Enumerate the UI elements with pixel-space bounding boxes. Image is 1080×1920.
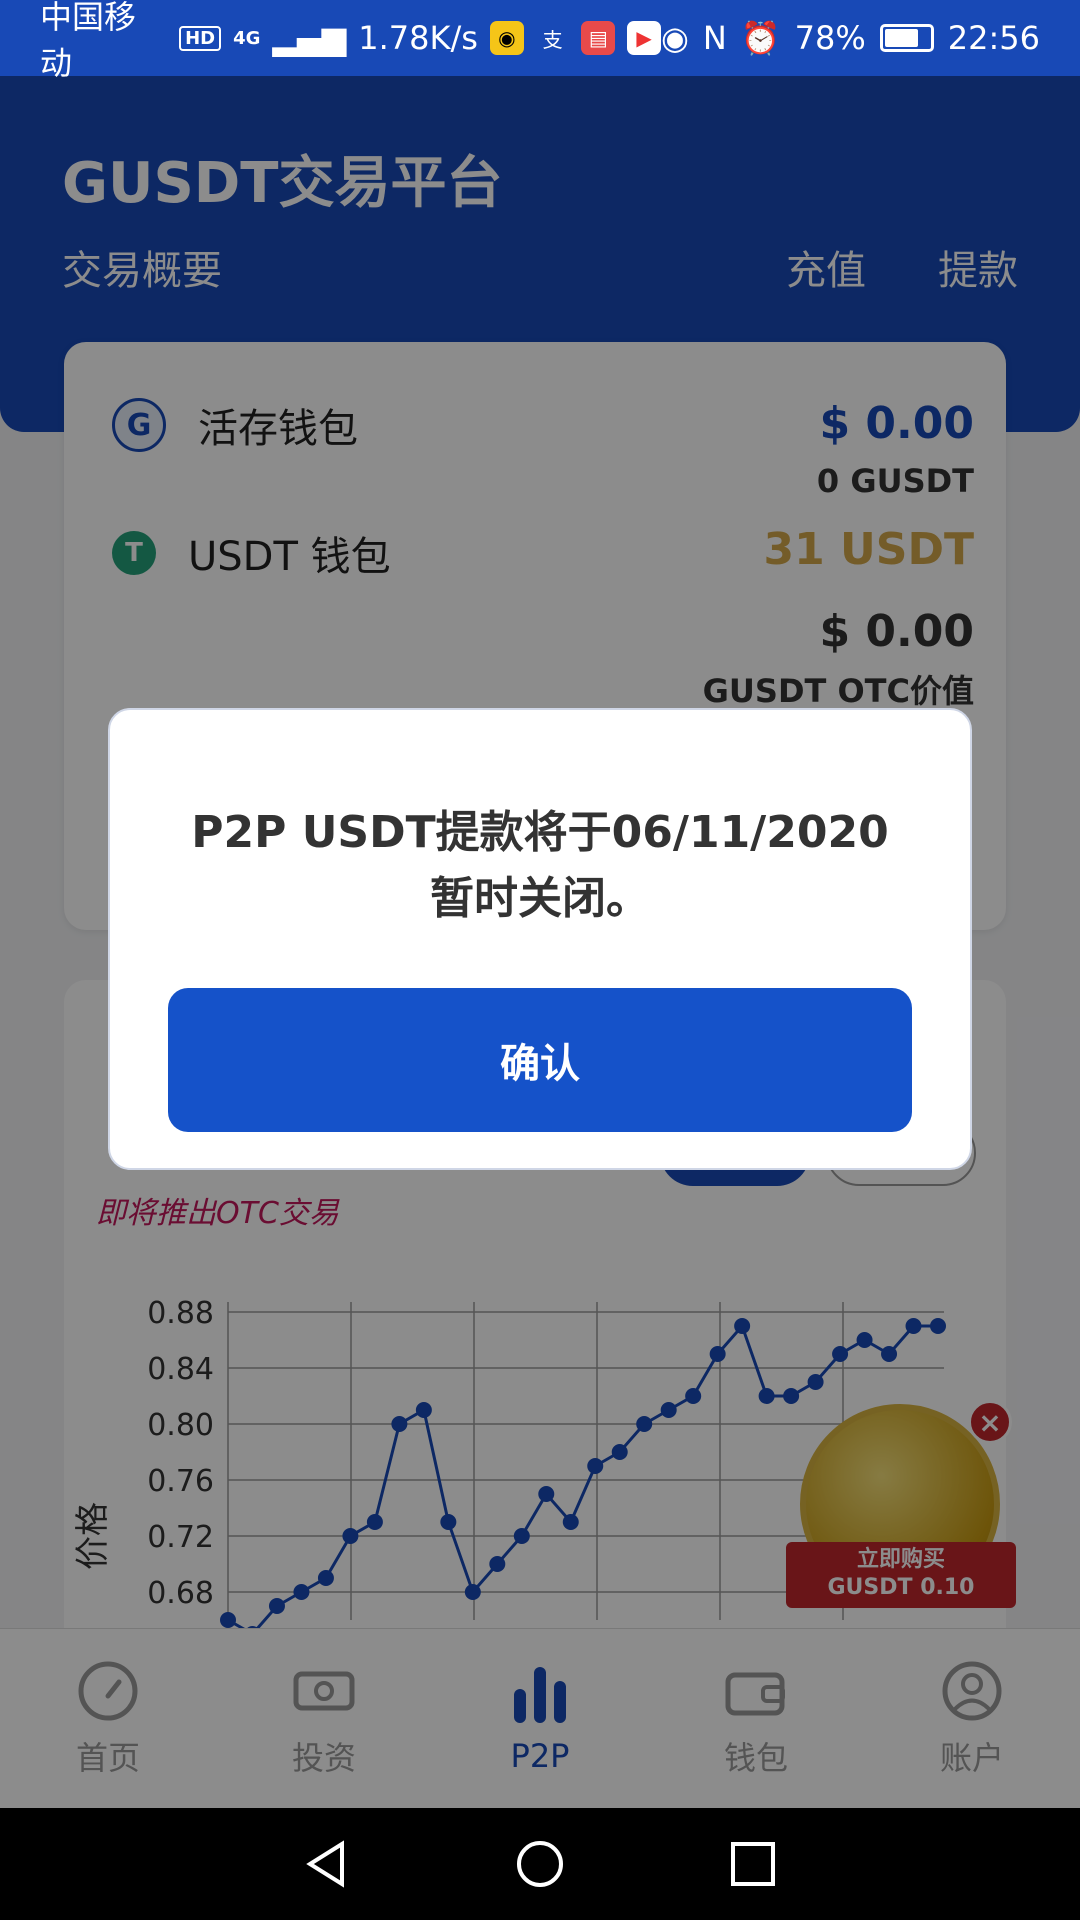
video-icon: ▶ xyxy=(627,21,661,55)
app-notification-icon: ◉ xyxy=(489,21,524,55)
alarm-icon: ⏰ xyxy=(740,19,781,57)
recents-icon[interactable] xyxy=(728,1839,778,1889)
status-bar: 中国移动 HD 4G ▂▄▆ 1.78K/s ◉ 支 ▤ ▶ ◉ N ⏰ 78%… xyxy=(0,0,1080,82)
network-speed: 1.78K/s xyxy=(358,19,478,57)
book-icon: ▤ xyxy=(581,21,616,55)
eye-icon: ◉ xyxy=(660,19,689,57)
system-nav-bar xyxy=(0,1808,1080,1920)
notice-dialog: P2P USDT提款将于06/11/2020暂时关闭。 确认 xyxy=(108,708,972,1170)
hd-icon: HD xyxy=(179,25,222,51)
battery-percent: 78% xyxy=(794,19,866,57)
carrier-label: 中国移动 xyxy=(40,0,137,82)
dialog-message: P2P USDT提款将于06/11/2020暂时关闭。 xyxy=(191,807,889,924)
app-root: GUSDT交易平台 交易概要 充值 提款 中国移动 HD 4G ▂▄▆ 1.78… xyxy=(0,0,1080,1920)
home-icon[interactable] xyxy=(515,1839,565,1889)
battery-icon xyxy=(879,24,934,52)
nfc-icon: N xyxy=(702,19,727,57)
back-icon[interactable] xyxy=(302,1839,352,1889)
clock: 22:56 xyxy=(947,19,1040,57)
signal-icon: ▂▄▆ xyxy=(272,19,347,57)
network-icon: 4G xyxy=(233,27,261,49)
confirm-button[interactable]: 确认 xyxy=(168,988,912,1132)
alipay-icon: 支 xyxy=(542,27,563,52)
